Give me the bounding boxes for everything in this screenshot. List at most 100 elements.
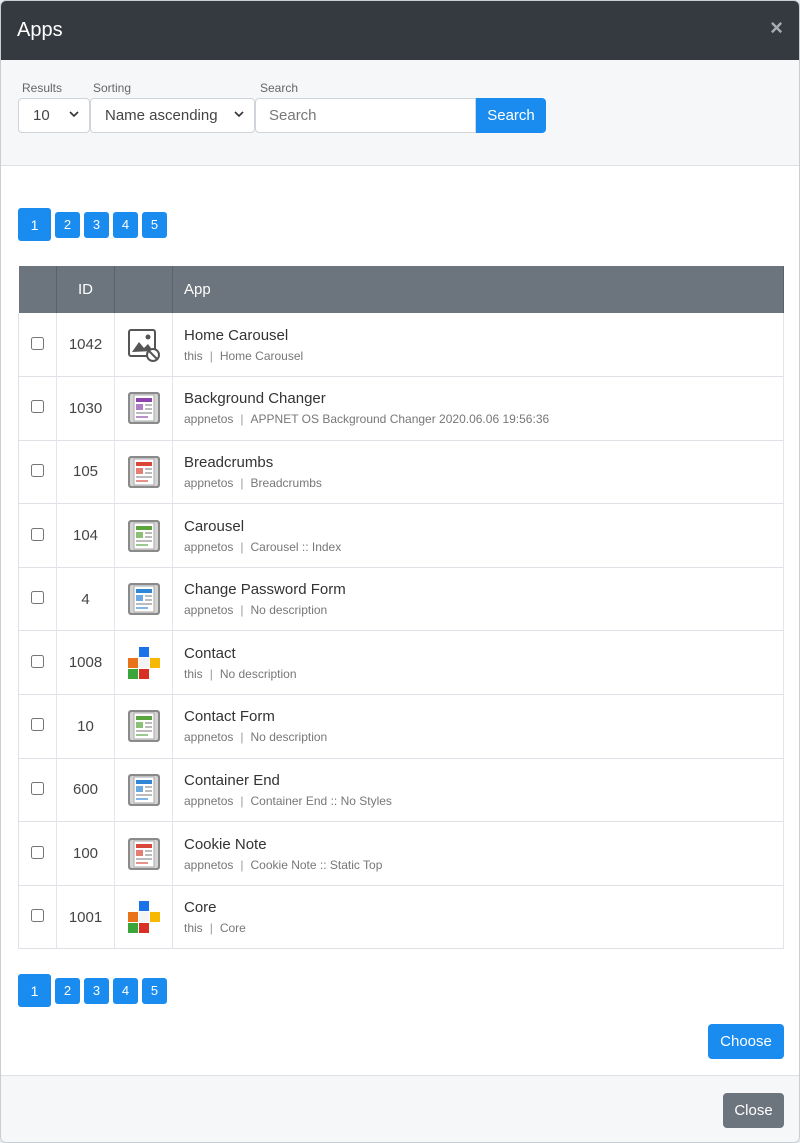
meta-separator: | xyxy=(209,666,213,681)
row-id: 4 xyxy=(56,567,115,632)
app-description: Core xyxy=(219,921,246,936)
page-button-5[interactable]: 5 xyxy=(142,977,167,1004)
table-row[interactable]: 1030 Background Changer appnetos | APPNET OS… xyxy=(18,376,784,441)
header-select xyxy=(18,266,57,313)
choose-button[interactable]: Choose xyxy=(708,1024,784,1059)
table-row[interactable]: 1008 Contact this | No description xyxy=(18,630,784,696)
meta-separator: | xyxy=(240,603,244,618)
page-button-2[interactable]: 2 xyxy=(55,211,80,238)
row-app-cell: Core this | Core xyxy=(172,885,784,950)
row-app-cell: Breadcrumbs appnetos | Breadcrumbs xyxy=(172,440,784,505)
table-row[interactable]: 1042 Home Carousel this | Home Carousel xyxy=(18,313,784,378)
row-app-cell: Cookie Note appnetos | Cookie Note :: Stati… xyxy=(172,821,784,886)
app-vendor: appnetos xyxy=(184,539,234,554)
apps-table: ID App 1042 Home Carousel this | Home Carous… xyxy=(18,266,784,950)
row-app-cell: Container End appnetos | Container End :: N… xyxy=(172,758,784,823)
app-meta: this | Core xyxy=(184,921,783,935)
row-select-cell xyxy=(18,567,57,632)
row-checkbox[interactable] xyxy=(31,591,44,605)
page-button-2[interactable]: 2 xyxy=(55,977,80,1004)
row-checkbox[interactable] xyxy=(31,845,44,859)
app-purple-icon xyxy=(127,391,161,425)
row-checkbox[interactable] xyxy=(31,909,44,923)
page-button-5[interactable]: 5 xyxy=(142,211,167,238)
table-row[interactable]: 100 Cookie Note appnetos | Cookie Note :: St… xyxy=(18,821,784,886)
app-name: Change Password Form xyxy=(184,581,346,599)
app-meta: appnetos | Carousel :: Index xyxy=(184,540,783,554)
table-row[interactable]: 105 Breadcrumbs appnetos | Breadcrumbs xyxy=(18,440,784,505)
table-row[interactable]: 1001 Core this | Core xyxy=(18,885,784,950)
meta-separator: | xyxy=(209,348,213,363)
app-red-icon xyxy=(127,837,161,871)
row-id: 1030 xyxy=(56,376,115,441)
search-label: Search xyxy=(260,81,299,95)
row-id: 104 xyxy=(56,503,115,568)
mosaic-icon xyxy=(127,646,161,680)
page-button-4[interactable]: 4 xyxy=(113,211,138,238)
close-icon[interactable]: × xyxy=(770,17,783,39)
row-select-cell xyxy=(18,821,57,886)
row-icon-cell xyxy=(114,630,173,696)
app-description: Carousel :: Index xyxy=(250,539,342,554)
row-icon-cell xyxy=(114,440,173,505)
table-row[interactable]: 10 Contact Form appnetos | No description xyxy=(18,694,784,759)
row-checkbox[interactable] xyxy=(31,336,44,350)
row-app-cell: Carouselappnetos | Carousel :: Index xyxy=(172,503,784,568)
mosaic-icon xyxy=(127,900,161,934)
pagination-top: 1 2 3 4 5 xyxy=(18,208,171,241)
row-checkbox[interactable] xyxy=(31,781,44,795)
table-row[interactable]: 4 Change Password Form appnetos | No descrip… xyxy=(18,567,784,632)
meta-separator: | xyxy=(240,412,244,427)
search-button[interactable]: Search xyxy=(476,98,546,133)
row-select-cell xyxy=(18,630,57,696)
row-app-cell: Home Carousel this | Home Carousel xyxy=(172,313,784,378)
page-button-3[interactable]: 3 xyxy=(84,211,109,238)
row-app-cell: Contact Form appnetos | No description xyxy=(172,694,784,759)
sorting-select[interactable]: Name ascending xyxy=(90,98,255,133)
app-green-icon xyxy=(127,519,161,553)
app-name: Background Changer xyxy=(184,390,326,408)
app-name: Breadcrumbs xyxy=(184,453,274,471)
close-button[interactable]: Close xyxy=(723,1093,784,1128)
search-input[interactable] xyxy=(255,98,476,133)
app-name: Contact Form xyxy=(184,708,275,726)
app-name: Carousel xyxy=(184,517,245,535)
table-header-row: ID App xyxy=(18,266,784,313)
app-meta: appnetos | No description xyxy=(184,730,783,744)
meta-separator: | xyxy=(240,857,244,872)
app-description: No description xyxy=(250,730,328,745)
row-id: 100 xyxy=(56,821,115,886)
app-vendor: this xyxy=(184,348,203,363)
row-checkbox[interactable] xyxy=(31,463,44,477)
app-vendor: appnetos xyxy=(184,412,234,427)
row-app-cell: Background Changer appnetos | APPNET OS Bac… xyxy=(172,376,784,441)
page-button-1[interactable]: 1 xyxy=(18,208,51,241)
sorting-select-value: Name ascending xyxy=(105,107,218,124)
row-icon-cell xyxy=(114,821,173,886)
row-checkbox[interactable] xyxy=(31,718,44,732)
table-row[interactable]: 600 Container End appnetos | Container End :… xyxy=(18,758,784,823)
page-button-4[interactable]: 4 xyxy=(113,977,138,1004)
app-name: Cookie Note xyxy=(184,835,267,853)
row-id: 600 xyxy=(56,758,115,823)
app-meta: appnetos | Breadcrumbs xyxy=(184,476,783,490)
page-button-3[interactable]: 3 xyxy=(84,977,109,1004)
app-meta: appnetos | Cookie Note :: Static Top xyxy=(184,858,783,872)
app-vendor: this xyxy=(184,921,203,936)
row-checkbox[interactable] xyxy=(31,400,44,414)
row-checkbox[interactable] xyxy=(31,654,44,668)
meta-separator: | xyxy=(240,475,244,490)
app-meta: appnetos | Container End :: No Styles xyxy=(184,794,783,808)
app-description: Cookie Note :: Static Top xyxy=(250,857,383,872)
page-button-1[interactable]: 1 xyxy=(18,974,51,1007)
image-missing-icon xyxy=(127,328,161,362)
row-checkbox[interactable] xyxy=(31,527,44,541)
row-app-cell: Contact this | No description xyxy=(172,630,784,696)
table-row[interactable]: 104 Carouselappnetos | Carousel :: Index xyxy=(18,503,784,568)
results-select[interactable]: 10 xyxy=(18,98,90,133)
app-red-icon xyxy=(127,455,161,489)
row-select-cell xyxy=(18,885,57,950)
filter-bar: Results Sorting Search 10 Name ascending… xyxy=(1,60,799,166)
header-icon xyxy=(114,266,173,313)
app-description: Breadcrumbs xyxy=(250,475,322,490)
